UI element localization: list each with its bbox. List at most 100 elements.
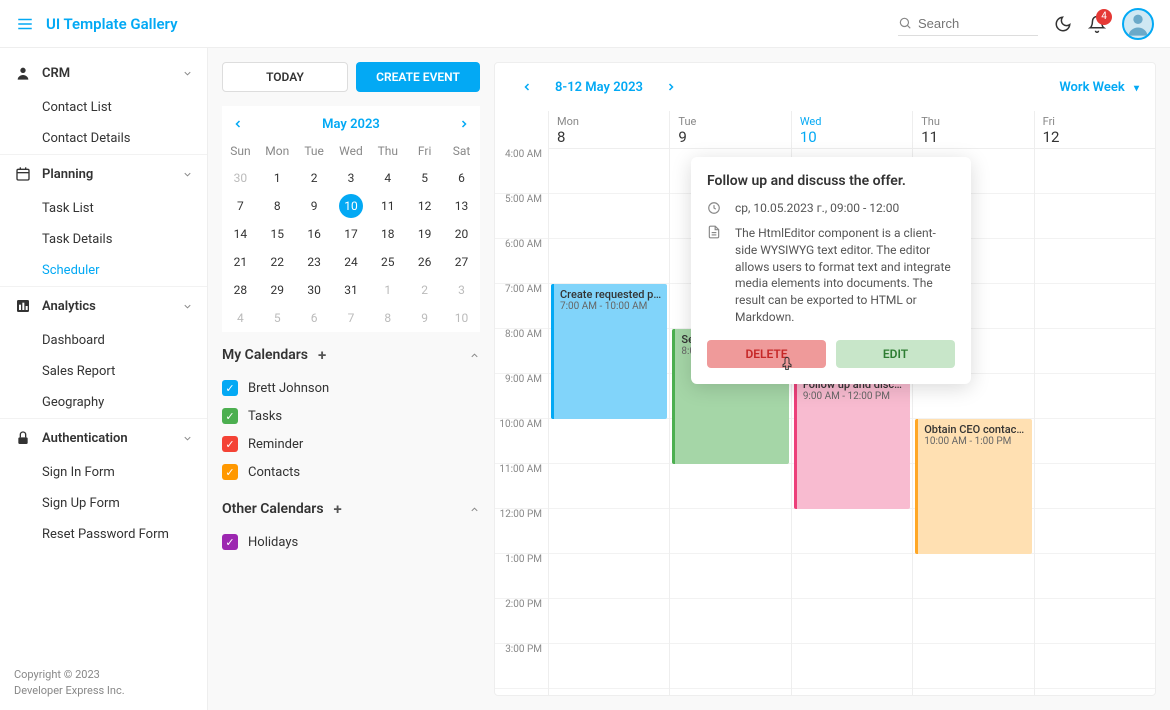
nav-item[interactable]: Sales Report bbox=[0, 356, 207, 387]
minical-day[interactable]: 7 bbox=[222, 192, 259, 220]
calendar-item[interactable]: ✓Tasks bbox=[222, 402, 480, 430]
avatar[interactable] bbox=[1122, 8, 1154, 40]
create-event-button[interactable]: CREATE EVENT bbox=[356, 62, 480, 92]
minical-day[interactable]: 18 bbox=[369, 220, 406, 248]
day-header[interactable]: Wed10 bbox=[791, 111, 912, 148]
calendar-event[interactable]: Follow up and discu...9:00 AM - 12:00 PM bbox=[794, 374, 910, 509]
sched-prev-icon[interactable] bbox=[511, 77, 543, 97]
day-header[interactable]: Tue9 bbox=[669, 111, 790, 148]
day-header[interactable]: Thu11 bbox=[912, 111, 1033, 148]
my-calendars-header[interactable]: My Calendars + bbox=[222, 346, 480, 364]
nav-group-analytics[interactable]: Analytics bbox=[0, 286, 207, 325]
other-calendars-header[interactable]: Other Calendars + bbox=[222, 500, 480, 518]
minical-day[interactable]: 6 bbox=[443, 164, 480, 192]
minical-day[interactable]: 1 bbox=[259, 164, 296, 192]
minical-day[interactable]: 12 bbox=[406, 192, 443, 220]
brand-title[interactable]: UI Template Gallery bbox=[46, 15, 178, 33]
dow-label: Mon bbox=[259, 138, 296, 164]
minical-day[interactable]: 4 bbox=[222, 304, 259, 332]
checkbox-icon[interactable]: ✓ bbox=[222, 534, 238, 550]
checkbox-icon[interactable]: ✓ bbox=[222, 408, 238, 424]
minical-day[interactable]: 27 bbox=[443, 248, 480, 276]
minical-day[interactable]: 2 bbox=[406, 276, 443, 304]
minical-day[interactable]: 3 bbox=[443, 276, 480, 304]
search-input[interactable] bbox=[918, 16, 1038, 31]
minical-day[interactable]: 8 bbox=[259, 192, 296, 220]
calendar-event[interactable]: Create requested pr...7:00 AM - 10:00 AM bbox=[551, 284, 667, 419]
nav-group-authentication[interactable]: Authentication bbox=[0, 418, 207, 457]
minical-day[interactable]: 13 bbox=[443, 192, 480, 220]
nav-item[interactable]: Sign In Form bbox=[0, 457, 207, 488]
theme-toggle-icon[interactable] bbox=[1054, 15, 1072, 33]
minical-day[interactable]: 9 bbox=[406, 304, 443, 332]
nav-item[interactable]: Contact Details bbox=[0, 123, 207, 154]
view-selector[interactable]: Work Week ▾ bbox=[1059, 80, 1139, 95]
day-column[interactable] bbox=[1034, 149, 1155, 695]
minical-day[interactable]: 31 bbox=[333, 276, 370, 304]
minical-day[interactable]: 30 bbox=[222, 164, 259, 192]
minical-day[interactable]: 24 bbox=[333, 248, 370, 276]
calendar-item[interactable]: ✓Contacts bbox=[222, 458, 480, 486]
calendar-item[interactable]: ✓Brett Johnson bbox=[222, 374, 480, 402]
calendar-item[interactable]: ✓Reminder bbox=[222, 430, 480, 458]
minical-day[interactable]: 5 bbox=[406, 164, 443, 192]
minical-prev-icon[interactable] bbox=[228, 114, 248, 134]
checkbox-icon[interactable]: ✓ bbox=[222, 380, 238, 396]
nav-item[interactable]: Scheduler bbox=[0, 255, 207, 286]
minical-next-icon[interactable] bbox=[454, 114, 474, 134]
minical-day[interactable]: 11 bbox=[369, 192, 406, 220]
minical-day[interactable]: 22 bbox=[259, 248, 296, 276]
nav-item[interactable]: Task Details bbox=[0, 224, 207, 255]
minical-day[interactable]: 4 bbox=[369, 164, 406, 192]
minical-day[interactable]: 20 bbox=[443, 220, 480, 248]
minical-day[interactable]: 3 bbox=[333, 164, 370, 192]
sched-next-icon[interactable] bbox=[655, 77, 687, 97]
nav-group-crm[interactable]: CRM bbox=[0, 54, 207, 92]
hamburger-icon[interactable] bbox=[16, 15, 34, 33]
minical-day[interactable]: 14 bbox=[222, 220, 259, 248]
minical-day[interactable]: 17 bbox=[333, 220, 370, 248]
minical-day[interactable]: 19 bbox=[406, 220, 443, 248]
checkbox-icon[interactable]: ✓ bbox=[222, 464, 238, 480]
minical-day[interactable]: 28 bbox=[222, 276, 259, 304]
day-column[interactable]: Create requested pr...7:00 AM - 10:00 AM bbox=[549, 149, 669, 695]
minical-day[interactable]: 10 bbox=[333, 192, 370, 220]
minical-day[interactable]: 16 bbox=[296, 220, 333, 248]
day-header[interactable]: Fri12 bbox=[1034, 111, 1155, 148]
plus-icon[interactable]: + bbox=[318, 346, 326, 364]
minical-day[interactable]: 26 bbox=[406, 248, 443, 276]
minical-day[interactable]: 15 bbox=[259, 220, 296, 248]
edit-button[interactable]: EDIT bbox=[836, 340, 955, 368]
today-button[interactable]: TODAY bbox=[222, 62, 348, 92]
minical-day[interactable]: 25 bbox=[369, 248, 406, 276]
minical-day[interactable]: 1 bbox=[369, 276, 406, 304]
time-label: 2:00 PM bbox=[495, 599, 548, 644]
calendar-item[interactable]: ✓Holidays bbox=[222, 528, 480, 556]
minical-day[interactable]: 21 bbox=[222, 248, 259, 276]
nav-group-planning[interactable]: Planning bbox=[0, 154, 207, 193]
minical-day[interactable]: 30 bbox=[296, 276, 333, 304]
search-input-wrap[interactable] bbox=[898, 12, 1038, 36]
minical-day[interactable]: 23 bbox=[296, 248, 333, 276]
nav-item[interactable]: Sign Up Form bbox=[0, 488, 207, 519]
nav-item[interactable]: Dashboard bbox=[0, 325, 207, 356]
minical-day[interactable]: 2 bbox=[296, 164, 333, 192]
minical-day[interactable]: 9 bbox=[296, 192, 333, 220]
minical-day[interactable]: 5 bbox=[259, 304, 296, 332]
calendar-event[interactable]: Obtain CEO contact ...10:00 AM - 1:00 PM bbox=[915, 419, 1031, 554]
notifications-button[interactable]: 4 bbox=[1088, 15, 1106, 33]
minical-day[interactable]: 29 bbox=[259, 276, 296, 304]
minical-title[interactable]: May 2023 bbox=[322, 117, 380, 132]
nav-item[interactable]: Contact List bbox=[0, 92, 207, 123]
delete-button[interactable]: DELETE bbox=[707, 340, 826, 368]
nav-item[interactable]: Task List bbox=[0, 193, 207, 224]
nav-item[interactable]: Reset Password Form bbox=[0, 519, 207, 550]
plus-icon[interactable]: + bbox=[334, 500, 342, 518]
day-header[interactable]: Mon8 bbox=[549, 111, 669, 148]
minical-day[interactable]: 6 bbox=[296, 304, 333, 332]
checkbox-icon[interactable]: ✓ bbox=[222, 436, 238, 452]
minical-day[interactable]: 8 bbox=[369, 304, 406, 332]
minical-day[interactable]: 10 bbox=[443, 304, 480, 332]
nav-item[interactable]: Geography bbox=[0, 387, 207, 418]
minical-day[interactable]: 7 bbox=[333, 304, 370, 332]
